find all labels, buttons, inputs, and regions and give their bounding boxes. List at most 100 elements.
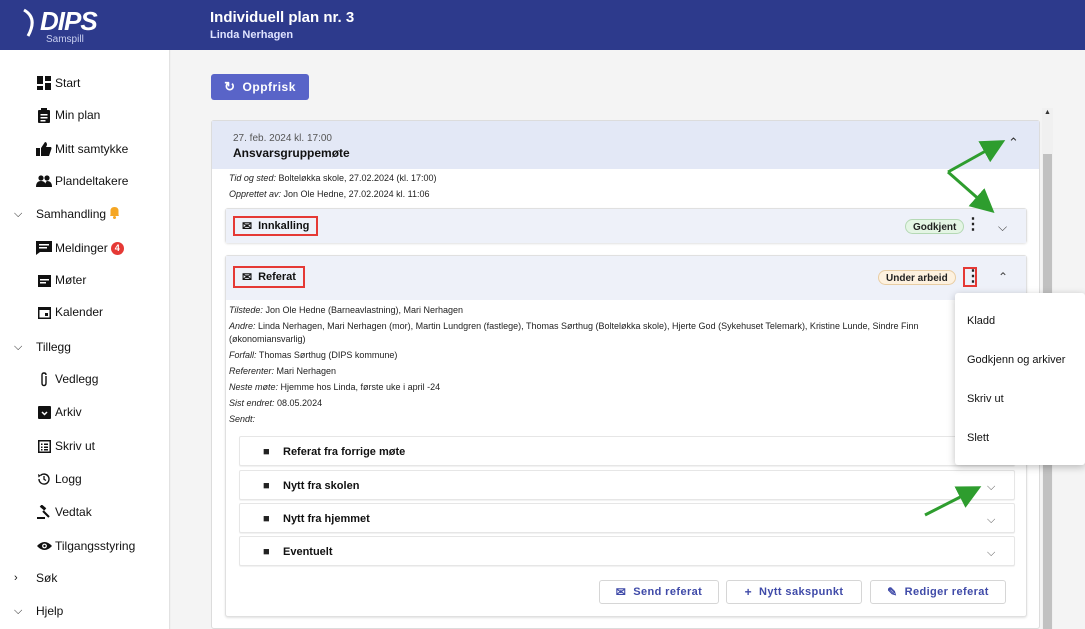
innkalling-header[interactable]: ✉ Innkalling Godkjent ⋮ ⌵ <box>226 209 1026 243</box>
send-referat-button[interactable]: ✉ Send referat <box>599 580 719 604</box>
clipboard-icon <box>36 107 52 123</box>
kebab-menu-icon[interactable]: ⋮ <box>965 217 981 233</box>
sidebar-item-mitt-samtykke[interactable]: Mitt samtykke <box>0 135 170 163</box>
section-referat-fra-forrige-mote[interactable]: ■ Referat fra forrige møte <box>239 436 1015 466</box>
sidebar-item-moter[interactable]: Møter <box>0 266 170 294</box>
rediger-referat-button[interactable]: ✎ Rediger referat <box>870 580 1006 604</box>
referat-referenter: Referenter: Mari Nerhagen <box>229 366 337 376</box>
sidebar-item-arkiv[interactable]: Arkiv <box>0 398 170 426</box>
chevron-down-icon: ⌵ <box>14 340 23 353</box>
referat-context-menu: Kladd Godkjenn og arkiver Skriv ut Slett <box>955 293 1085 465</box>
sidebar-group-hjelp[interactable]: ⌵ Hjelp <box>0 597 170 625</box>
chevron-down-icon: ⌵ <box>14 207 23 220</box>
sidebar-item-label: Min plan <box>55 108 101 122</box>
sidebar-group-samhandling[interactable]: ⌵ Samhandling <box>0 200 170 228</box>
sidebar-item-min-plan[interactable]: Min plan <box>0 101 170 129</box>
kebab-menu-icon[interactable]: ⋮ <box>963 267 981 287</box>
dips-logo[interactable]: DIPS Samspill <box>0 0 170 50</box>
folder-icon: ■ <box>263 446 270 458</box>
referat-others: Andre: Linda Nerhagen, Mari Nerhagen (mo… <box>229 321 919 331</box>
nytt-sakspunkt-button[interactable]: + Nytt sakspunkt <box>726 580 862 604</box>
section-label: Nytt fra hjemmet <box>283 513 370 525</box>
app-header: DIPS Samspill Individuell plan nr. 3 Lin… <box>0 0 1085 50</box>
scroll-up-icon[interactable]: ▲ <box>1044 109 1051 116</box>
sidebar-item-label: Tillegg <box>36 340 71 354</box>
chevron-up-icon[interactable]: ⌃ <box>998 270 1008 284</box>
sidebar-item-start[interactable]: Start <box>0 69 170 97</box>
section-nytt-fra-skolen[interactable]: ■ Nytt fra skolen ⌵ <box>239 470 1015 500</box>
chevron-down-icon[interactable]: ⌵ <box>987 514 995 527</box>
list-icon <box>36 438 52 454</box>
chevron-down-icon[interactable]: ⌵ <box>987 547 995 560</box>
message-icon <box>36 240 52 256</box>
referat-present: Tilstede: Jon Ole Hedne (Barneavlastning… <box>229 305 464 315</box>
section-label: Referat fra forrige møte <box>283 446 406 458</box>
unread-badge: 4 <box>110 241 124 255</box>
innkalling-label: Innkalling <box>258 220 310 232</box>
sidebar-item-label: Mitt samtykke <box>55 142 129 156</box>
referat-label-box: ✉ Referat <box>233 266 305 288</box>
section-eventuelt[interactable]: ■ Eventuelt ⌵ <box>239 536 1015 566</box>
section-label: Nytt fra skolen <box>283 480 360 492</box>
sidebar-item-label: Plandeltakere <box>55 174 129 188</box>
chevron-down-icon[interactable]: ⌵ <box>998 220 1007 235</box>
sidebar-item-label: Start <box>55 76 81 90</box>
status-badge-godkjent: Godkjent <box>905 219 965 234</box>
referat-due: Forfall: Thomas Sørthug (DIPS kommune) <box>229 350 398 360</box>
sidebar-item-vedlegg[interactable]: Vedlegg <box>0 365 170 393</box>
eye-icon <box>36 538 52 554</box>
status-badge-under-arbeid: Under arbeid <box>878 270 956 285</box>
main-content: ↻ Oppfrisk ▲ 27. feb. 2024 kl. 17:00 Ans… <box>171 50 1085 629</box>
sidebar-group-tillegg[interactable]: ⌵ Tillegg <box>0 333 170 361</box>
logo-text: DIPS <box>40 6 98 36</box>
menu-item-godkjenn-og-arkiver[interactable]: Godkjenn og arkiver <box>955 340 1085 380</box>
history-icon <box>36 471 52 487</box>
referat-last-changed: Sist endret: 08.05.2024 <box>229 398 323 408</box>
chevron-right-icon: › <box>14 572 18 584</box>
folder-icon: ■ <box>263 546 270 558</box>
sidebar-item-tilgangsstyring[interactable]: Tilgangsstyring <box>0 532 170 560</box>
sidebar-item-kalender[interactable]: Kalender <box>0 298 170 326</box>
innkalling-label-box: ✉ Innkalling <box>233 216 319 236</box>
sidebar-item-plandeltakere[interactable]: Plandeltakere <box>0 167 170 195</box>
sidebar-group-sok[interactable]: › Søk <box>0 564 170 592</box>
menu-item-skriv-ut[interactable]: Skriv ut <box>955 379 1085 419</box>
menu-item-kladd[interactable]: Kladd <box>955 301 1085 341</box>
refresh-button-label: Oppfrisk <box>242 80 296 94</box>
calendar-icon <box>36 304 52 320</box>
sidebar-item-logg[interactable]: Logg <box>0 465 170 493</box>
refresh-button[interactable]: ↻ Oppfrisk <box>211 74 309 100</box>
sidebar-item-meldinger[interactable]: Meldinger 4 <box>0 234 170 262</box>
sidebar-item-skriv-ut[interactable]: Skriv ut <box>0 432 170 460</box>
meeting-place: Tid og sted: Bolteløkka skole, 27.02.202… <box>229 173 437 183</box>
sidebar-item-label: Skriv ut <box>55 439 96 453</box>
innkalling-card: ✉ Innkalling Godkjent ⋮ ⌵ <box>225 208 1027 243</box>
referat-card: ✉ Referat Under arbeid ⋮ ⌃ Tilstede: Jon… <box>225 255 1027 617</box>
page-subtitle: Linda Nerhagen <box>210 29 294 41</box>
envelope-icon: ✉ <box>615 585 627 599</box>
sidebar-item-label: Arkiv <box>55 405 82 419</box>
plus-icon: + <box>744 585 752 599</box>
sidebar-item-label: Meldinger <box>55 241 108 255</box>
chevron-up-icon[interactable]: ⌃ <box>1008 135 1019 151</box>
thumbs-up-icon <box>36 141 52 157</box>
meeting-header[interactable]: 27. feb. 2024 kl. 17:00 Ansvarsgruppemøt… <box>212 121 1039 169</box>
meeting-date: 27. feb. 2024 kl. 17:00 <box>233 133 332 144</box>
sidebar-item-label: Vedlegg <box>55 372 99 386</box>
envelope-icon: ✉ <box>242 219 253 233</box>
sidebar-item-vedtak[interactable]: Vedtak <box>0 498 170 526</box>
referat-others-cont: (økonomiansvarlig) <box>229 334 306 344</box>
menu-item-slett[interactable]: Slett <box>955 418 1085 458</box>
paperclip-icon <box>36 371 52 387</box>
chevron-down-icon[interactable]: ⌵ <box>987 481 995 494</box>
referat-sent: Sendt: <box>229 414 256 424</box>
meeting-title: Ansvarsgruppemøte <box>233 146 350 160</box>
section-nytt-fra-hjemmet[interactable]: ■ Nytt fra hjemmet ⌵ <box>239 503 1015 533</box>
sidebar-item-label: Søk <box>36 571 58 585</box>
sidebar-item-label: Møter <box>55 273 87 287</box>
sidebar-item-label: Samhandling <box>36 207 107 221</box>
chevron-down-icon: ⌵ <box>14 604 23 617</box>
people-icon <box>36 173 52 189</box>
referat-header[interactable]: ✉ Referat Under arbeid ⋮ ⌃ <box>226 256 1026 300</box>
dashboard-icon <box>36 75 52 91</box>
